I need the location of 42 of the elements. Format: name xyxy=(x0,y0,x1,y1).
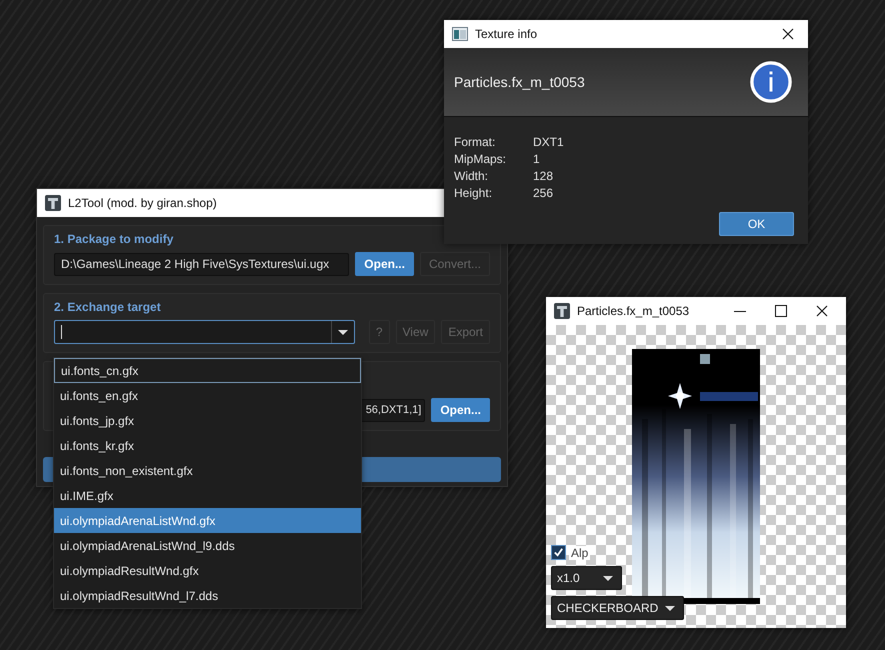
dropdown-item[interactable]: ui.IME.gfx xyxy=(54,483,361,508)
close-icon[interactable] xyxy=(782,28,794,40)
info-label: Format: xyxy=(454,135,496,149)
open-button[interactable]: Open... xyxy=(355,252,414,276)
info-value: 256 xyxy=(533,186,554,200)
target-combo[interactable] xyxy=(54,320,355,344)
checkbox-label: Alp xyxy=(569,546,590,560)
window-icon xyxy=(452,26,468,42)
dropdown-item[interactable]: ui.olympiadResultWnd_l7.dds xyxy=(54,583,361,608)
app-icon xyxy=(554,303,570,319)
close-icon[interactable] xyxy=(816,305,828,317)
caret-icon xyxy=(338,330,348,334)
info-value: 1 xyxy=(533,152,541,166)
dropdown-item[interactable]: ui.fonts_kr.gfx xyxy=(54,433,361,458)
section-label: 1. Package to modify xyxy=(54,232,174,246)
maximize-icon[interactable] xyxy=(775,305,787,317)
window-title: Particles.fx_m_t0053 xyxy=(577,304,690,318)
section-label: 2. Exchange target xyxy=(54,300,162,314)
path-field[interactable]: D:\Games\Lineage 2 High Five\SysTextures\ui.ugx xyxy=(54,252,350,276)
texture-name: Particles.fx_m_t0053 xyxy=(454,74,586,90)
dropdown-item[interactable]: ui.fonts_jp.gfx xyxy=(54,408,361,433)
dropdown-item[interactable]: ui.fonts_en.gfx xyxy=(54,383,361,408)
window-title: L2Tool (mod. by giran.shop) xyxy=(68,196,218,210)
dropdown-item[interactable]: ui.fonts_non_existent.gfx xyxy=(54,458,361,483)
caret-icon xyxy=(603,576,613,580)
window-title: Texture info xyxy=(475,27,538,41)
info-value: 128 xyxy=(533,169,554,183)
info-label: Width: xyxy=(454,169,490,183)
background-combo[interactable]: CHECKERBOARD xyxy=(551,596,684,620)
info-value: DXT1 xyxy=(533,135,565,149)
zoom-combo[interactable]: x1.0 xyxy=(551,566,622,590)
info-label: Height: xyxy=(454,186,494,200)
info-label: MipMaps: xyxy=(454,152,508,166)
dropdown-item[interactable]: ui.olympiadArenaListWnd_l9.dds xyxy=(54,533,361,558)
ok-button[interactable]: OK xyxy=(719,212,794,236)
dropdown-item[interactable]: ui.fonts_cn.gfx xyxy=(54,358,361,383)
alpha-checkbox[interactable] xyxy=(551,545,566,560)
dropdown-item[interactable]: ui.olympiadArenaListWnd.gfx xyxy=(54,508,361,533)
dropdown-item[interactable]: ui.olympiadResultWnd.gfx xyxy=(54,558,361,583)
app-icon xyxy=(45,195,61,211)
info-icon xyxy=(750,61,792,103)
open-button[interactable]: Open... xyxy=(431,398,490,422)
